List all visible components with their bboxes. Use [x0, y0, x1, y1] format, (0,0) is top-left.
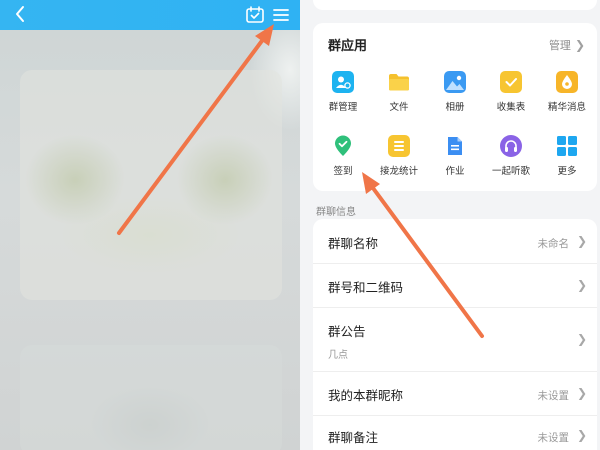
app-label: 接龙统计: [379, 166, 418, 177]
app-label: 一起听歌: [491, 166, 530, 177]
row-subtitle: 几点: [328, 350, 348, 361]
essence-drop-icon: [556, 71, 578, 93]
app-label: 更多: [557, 166, 577, 177]
row-title: 群聊备注: [328, 430, 379, 445]
headphones-icon: [500, 135, 522, 157]
app-more[interactable]: 更多: [539, 135, 595, 177]
collection-form-icon: [500, 71, 522, 93]
group-apps-title: 群应用: [328, 39, 368, 54]
app-album[interactable]: 相册: [427, 71, 483, 113]
chat-screen: [0, 0, 300, 450]
group-settings-screen: 群应用 管理 ❯ 群管理 文件 相册 收集表 精华消息 签到 接龙统计 作业 一…: [300, 0, 600, 450]
row-my-group-nickname[interactable]: 我的本群昵称 未设置 ❯: [313, 372, 597, 416]
row-value: 未命名: [537, 238, 570, 250]
app-label: 签到: [333, 166, 353, 177]
app-checkin[interactable]: 签到: [315, 135, 371, 177]
chevron-right-icon: ❯: [576, 428, 587, 442]
app-listen-together[interactable]: 一起听歌: [483, 135, 539, 177]
previous-card-bottom: [313, 0, 597, 10]
app-label: 文件: [389, 102, 409, 113]
chevron-right-icon: ❯: [576, 234, 587, 248]
app-homework[interactable]: 作业: [427, 135, 483, 177]
checkin-location-icon: [332, 135, 354, 157]
manage-link[interactable]: 管理 ❯: [549, 37, 585, 53]
app-relay-stats[interactable]: 接龙统计: [371, 135, 427, 177]
row-title: 群聊名称: [328, 236, 379, 251]
group-manage-icon: [332, 71, 354, 93]
app-label: 精华消息: [547, 102, 586, 113]
blurred-message-card: [20, 345, 282, 450]
group-apps-card: 群应用 管理 ❯ 群管理 文件 相册 收集表 精华消息 签到 接龙统计 作业 一…: [313, 23, 597, 191]
hamburger-menu-icon[interactable]: [271, 5, 291, 25]
app-file[interactable]: 文件: [371, 71, 427, 113]
row-value: 未设置: [537, 390, 570, 402]
chevron-right-icon: ❯: [576, 278, 587, 292]
row-group-announcement[interactable]: 群公告 几点 ❯: [313, 308, 597, 372]
row-title: 群号和二维码: [328, 280, 404, 295]
row-value: 未设置: [537, 432, 570, 444]
chevron-right-icon: ❯: [574, 38, 585, 52]
app-label: 作业: [445, 166, 465, 177]
group-info-card: 群聊名称 未命名 ❯ 群号和二维码 ❯ 群公告 几点 ❯ 我的本群昵称 未设置 …: [313, 219, 597, 450]
row-group-name[interactable]: 群聊名称 未命名 ❯: [313, 219, 597, 264]
app-label: 相册: [445, 102, 465, 113]
row-title: 我的本群昵称: [328, 388, 404, 403]
back-chevron-icon[interactable]: [10, 3, 32, 25]
chevron-right-icon: ❯: [576, 386, 587, 400]
chat-top-bar: [0, 0, 300, 30]
folder-icon: [388, 71, 410, 93]
calendar-check-icon[interactable]: [245, 5, 265, 25]
app-collection-form[interactable]: 收集表: [483, 71, 539, 113]
more-grid-icon: [556, 135, 578, 157]
app-essence-messages[interactable]: 精华消息: [539, 71, 595, 113]
group-info-section-label: 群聊信息: [316, 207, 356, 218]
app-label: 收集表: [496, 102, 526, 113]
row-title: 群公告: [328, 324, 366, 339]
homework-document-icon: [444, 135, 466, 157]
app-label: 群管理: [328, 102, 358, 113]
row-group-number-qrcode[interactable]: 群号和二维码 ❯: [313, 264, 597, 308]
row-group-remark[interactable]: 群聊备注 未设置 ❯: [313, 416, 597, 450]
relay-list-icon: [388, 135, 410, 157]
chevron-right-icon: ❯: [576, 332, 587, 346]
blurred-message-card: [20, 70, 282, 300]
app-group-manage[interactable]: 群管理: [315, 71, 371, 113]
photo-album-icon: [444, 71, 466, 93]
manage-label: 管理: [548, 39, 571, 52]
